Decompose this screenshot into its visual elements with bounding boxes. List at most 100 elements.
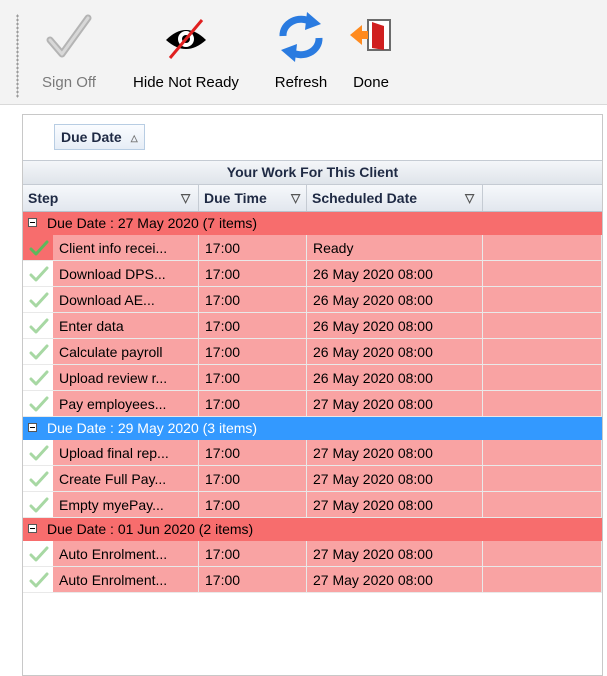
sign-off-button[interactable]: Sign Off — [28, 6, 110, 98]
group-row[interactable]: Due Date : 01 Jun 2020 (2 items) — [23, 518, 602, 541]
scheduled-date-cell[interactable]: 27 May 2020 08:00 — [307, 440, 483, 466]
table-row[interactable]: Download AE... 17:00 26 May 2020 08:00 — [23, 287, 602, 313]
scheduled-date-cell[interactable]: 27 May 2020 08:00 — [307, 466, 483, 492]
check-cell[interactable] — [23, 339, 53, 365]
step-cell[interactable]: Auto Enrolment... — [53, 541, 199, 567]
filter-icon[interactable]: ▽ — [291, 185, 300, 211]
step-cell[interactable]: Upload review r... — [53, 365, 199, 391]
step-cell[interactable]: Download AE... — [53, 287, 199, 313]
refresh-icon — [279, 12, 323, 62]
scheduled-date-cell[interactable]: 27 May 2020 08:00 — [307, 391, 483, 417]
column-header-scheduled-date-label: Scheduled Date — [312, 190, 418, 206]
check-cell[interactable] — [23, 235, 53, 261]
step-cell[interactable]: Enter data — [53, 313, 199, 339]
work-grid: Due Date △ Your Work For This Client Ste… — [22, 114, 603, 676]
table-row[interactable]: Client info recei... 17:00 Ready — [23, 235, 602, 261]
checkmark-icon — [29, 572, 49, 588]
table-row[interactable]: Download DPS... 17:00 26 May 2020 08:00 — [23, 261, 602, 287]
scheduled-date-cell[interactable]: 26 May 2020 08:00 — [307, 261, 483, 287]
filter-icon[interactable]: ▽ — [465, 185, 474, 211]
table-row[interactable]: Auto Enrolment... 17:00 27 May 2020 08:00 — [23, 541, 602, 567]
scheduled-date-cell[interactable]: 27 May 2020 08:00 — [307, 492, 483, 518]
collapse-toggle-icon[interactable] — [28, 218, 37, 227]
scheduled-date-cell[interactable]: 26 May 2020 08:00 — [307, 339, 483, 365]
step-cell[interactable]: Create Full Pay... — [53, 466, 199, 492]
column-header-step[interactable]: Step ▽ — [23, 185, 199, 211]
check-cell[interactable] — [23, 567, 53, 593]
table-row[interactable]: Auto Enrolment... 17:00 27 May 2020 08:00 — [23, 567, 602, 593]
table-row[interactable]: Empty myePay... 17:00 27 May 2020 08:00 — [23, 492, 602, 518]
refresh-label: Refresh — [274, 74, 328, 91]
checkmark-icon — [46, 14, 92, 58]
refresh-button[interactable]: Refresh — [264, 6, 338, 98]
checkmark-icon — [29, 318, 49, 334]
step-cell[interactable]: Upload final rep... — [53, 440, 199, 466]
hide-not-ready-button[interactable]: Hide Not Ready — [116, 6, 256, 98]
due-time-cell[interactable]: 17:00 — [199, 261, 307, 287]
due-time-cell[interactable]: 17:00 — [199, 235, 307, 261]
empty-cell — [483, 440, 602, 466]
check-cell[interactable] — [23, 440, 53, 466]
step-cell[interactable]: Auto Enrolment... — [53, 567, 199, 593]
column-header-due-time[interactable]: Due Time ▽ — [199, 185, 307, 211]
column-header-step-label: Step — [28, 190, 59, 206]
scheduled-date-cell[interactable]: 27 May 2020 08:00 — [307, 541, 483, 567]
checkmark-icon — [29, 344, 49, 360]
due-time-cell[interactable]: 17:00 — [199, 339, 307, 365]
scheduled-date-cell[interactable]: 27 May 2020 08:00 — [307, 567, 483, 593]
check-cell[interactable] — [23, 466, 53, 492]
due-time-cell[interactable]: 17:00 — [199, 466, 307, 492]
step-cell[interactable]: Download DPS... — [53, 261, 199, 287]
table-row[interactable]: Create Full Pay... 17:00 27 May 2020 08:00 — [23, 466, 602, 492]
filter-icon[interactable]: ▽ — [181, 185, 190, 211]
empty-cell — [483, 235, 602, 261]
scheduled-date-cell[interactable]: 26 May 2020 08:00 — [307, 365, 483, 391]
check-cell[interactable] — [23, 492, 53, 518]
done-button[interactable]: Done — [342, 6, 400, 98]
step-cell[interactable]: Client info recei... — [53, 235, 199, 261]
table-row[interactable]: Calculate payroll 17:00 26 May 2020 08:00 — [23, 339, 602, 365]
table-row[interactable]: Enter data 17:00 26 May 2020 08:00 — [23, 313, 602, 339]
table-row[interactable]: Upload final rep... 17:00 27 May 2020 08:0… — [23, 440, 602, 466]
check-cell[interactable] — [23, 541, 53, 567]
empty-cell — [483, 567, 602, 593]
column-header-due-time-label: Due Time — [204, 190, 267, 206]
toolbar-grip[interactable] — [16, 14, 19, 98]
collapse-toggle-icon[interactable] — [28, 524, 37, 533]
toolbar: Sign Off Hide Not Ready Refresh Done — [0, 0, 607, 105]
step-cell[interactable]: Pay employees... — [53, 391, 199, 417]
due-time-cell[interactable]: 17:00 — [199, 313, 307, 339]
step-cell[interactable]: Calculate payroll — [53, 339, 199, 365]
group-row[interactable]: Due Date : 27 May 2020 (7 items) — [23, 212, 602, 235]
column-header-scheduled-date[interactable]: Scheduled Date ▽ — [307, 185, 483, 211]
checkmark-icon — [29, 396, 49, 412]
check-cell[interactable] — [23, 365, 53, 391]
check-cell[interactable] — [23, 287, 53, 313]
empty-cell — [483, 261, 602, 287]
group-row[interactable]: Due Date : 29 May 2020 (3 items) — [23, 417, 602, 440]
exit-door-icon — [350, 19, 391, 51]
due-time-cell[interactable]: 17:00 — [199, 492, 307, 518]
step-cell[interactable]: Empty myePay... — [53, 492, 199, 518]
due-time-cell[interactable]: 17:00 — [199, 567, 307, 593]
scheduled-date-cell[interactable]: Ready — [307, 235, 483, 261]
due-time-cell[interactable]: 17:00 — [199, 287, 307, 313]
check-cell[interactable] — [23, 313, 53, 339]
due-time-cell[interactable]: 17:00 — [199, 391, 307, 417]
due-time-cell[interactable]: 17:00 — [199, 440, 307, 466]
collapse-toggle-icon[interactable] — [28, 423, 37, 432]
due-time-cell[interactable]: 17:00 — [199, 541, 307, 567]
empty-cell — [483, 541, 602, 567]
check-cell[interactable] — [23, 391, 53, 417]
table-row[interactable]: Pay employees... 17:00 27 May 2020 08:00 — [23, 391, 602, 417]
group-chip-label: Due Date — [61, 129, 122, 145]
empty-cell — [483, 287, 602, 313]
scheduled-date-cell[interactable]: 26 May 2020 08:00 — [307, 287, 483, 313]
group-by-due-date-chip[interactable]: Due Date △ — [54, 124, 145, 150]
table-row[interactable]: Upload review r... 17:00 26 May 2020 08:00 — [23, 365, 602, 391]
empty-cell — [483, 339, 602, 365]
band-header: Your Work For This Client — [23, 160, 602, 185]
due-time-cell[interactable]: 17:00 — [199, 365, 307, 391]
check-cell[interactable] — [23, 261, 53, 287]
scheduled-date-cell[interactable]: 26 May 2020 08:00 — [307, 313, 483, 339]
